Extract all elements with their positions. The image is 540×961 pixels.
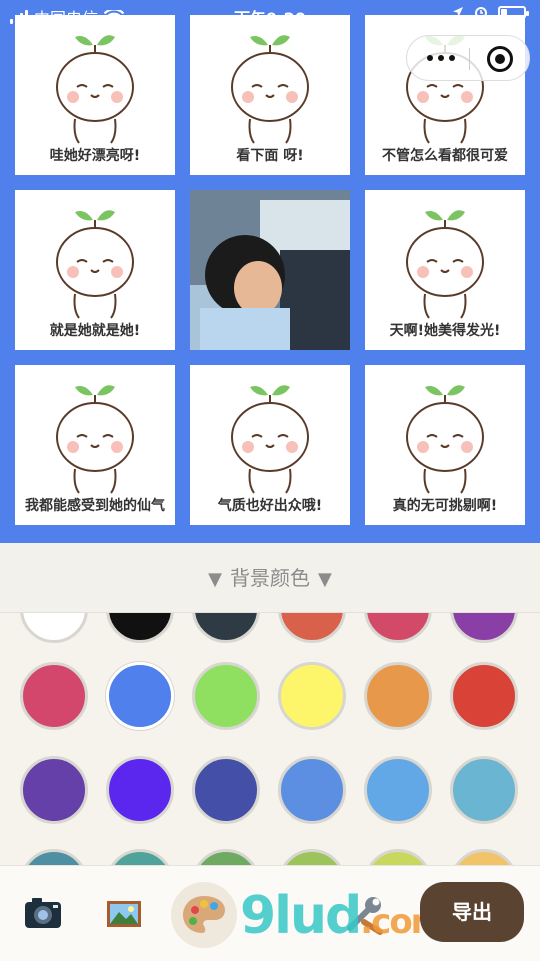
color-swatch[interactable]: [364, 662, 432, 730]
sticker-tile[interactable]: 气质也好出众哦!: [190, 365, 350, 525]
palette-button[interactable]: [171, 882, 237, 948]
color-swatch[interactable]: [278, 613, 346, 643]
export-button[interactable]: 导出: [420, 882, 524, 942]
color-swatch[interactable]: [278, 849, 346, 865]
color-swatch[interactable]: [20, 613, 88, 643]
background-color-header[interactable]: ▼ 背景颜色 ▼: [0, 543, 540, 613]
sticker-caption: 真的无可挑剔啊!: [392, 498, 498, 514]
panel-title: 背景颜色: [230, 566, 310, 590]
color-swatch[interactable]: [364, 849, 432, 865]
color-swatch[interactable]: [106, 662, 174, 730]
color-swatch[interactable]: [278, 662, 346, 730]
sticker-caption: 看下面 呀!: [236, 148, 304, 164]
status-bar: 中国电信 下午9:20: [0, 0, 540, 30]
palette-icon: [183, 896, 225, 933]
sticker-caption: 不管怎么看都很可爱: [382, 148, 508, 164]
color-swatch[interactable]: [192, 613, 260, 643]
color-swatch[interactable]: [192, 849, 260, 865]
color-swatch[interactable]: [106, 849, 174, 865]
color-swatch[interactable]: [364, 756, 432, 824]
location-arrow-icon: [453, 7, 463, 17]
sticker-caption: 我都能感受到她的仙气: [25, 498, 165, 514]
sticker-tile[interactable]: 真的无可挑剔啊!: [365, 365, 525, 525]
color-swatch[interactable]: [450, 613, 518, 643]
camera-icon[interactable]: [17, 888, 69, 940]
sticker-tile[interactable]: 看下面 呀!: [190, 15, 350, 175]
photo-tile[interactable]: [190, 190, 350, 350]
collapse-arrow-icon: ▼: [318, 569, 332, 590]
close-miniprogram-icon[interactable]: [487, 46, 513, 72]
sticker-caption: 天啊!她美得发光!: [389, 323, 501, 339]
child-photo: [190, 190, 350, 350]
color-swatch[interactable]: [278, 756, 346, 824]
color-swatch[interactable]: [20, 662, 88, 730]
collapse-arrow-icon: ▼: [208, 569, 222, 590]
color-swatch[interactable]: [20, 849, 88, 865]
color-swatch[interactable]: [450, 662, 518, 730]
watermark-logo: 9lud.com: [240, 886, 446, 946]
alarm-icon: [475, 7, 487, 19]
mini-program-capsule: [406, 35, 530, 81]
color-swatch[interactable]: [450, 849, 518, 865]
color-swatch-grid: [0, 613, 540, 865]
more-options-icon[interactable]: [427, 55, 455, 61]
color-swatch[interactable]: [450, 756, 518, 824]
bottom-toolbar: 9lud.com 导出: [0, 865, 540, 961]
sticker-tile[interactable]: 哇她好漂亮呀!: [15, 15, 175, 175]
color-swatch[interactable]: [106, 756, 174, 824]
sticker-caption: 气质也好出众哦!: [217, 498, 323, 514]
sticker-caption: 哇她好漂亮呀!: [49, 148, 141, 164]
color-swatch[interactable]: [192, 756, 260, 824]
color-swatch[interactable]: [106, 613, 174, 643]
battery-icon: [498, 5, 529, 19]
color-swatch[interactable]: [192, 662, 260, 730]
sticker-tile[interactable]: 就是她就是她!: [15, 190, 175, 350]
sticker-caption: 就是她就是她!: [49, 323, 141, 339]
sticker-tile[interactable]: 我都能感受到她的仙气: [15, 365, 175, 525]
capsule-divider: [469, 48, 470, 70]
sticker-tile[interactable]: 天啊!她美得发光!: [365, 190, 525, 350]
meme-grid-preview: 哇她好漂亮呀! 看下面 呀! 不管怎么看都很可爱就是她就是她! 天啊!她美得发光! 我都…: [0, 0, 540, 543]
picture-icon[interactable]: [98, 888, 150, 940]
color-swatch[interactable]: [20, 756, 88, 824]
color-swatch[interactable]: [364, 613, 432, 643]
